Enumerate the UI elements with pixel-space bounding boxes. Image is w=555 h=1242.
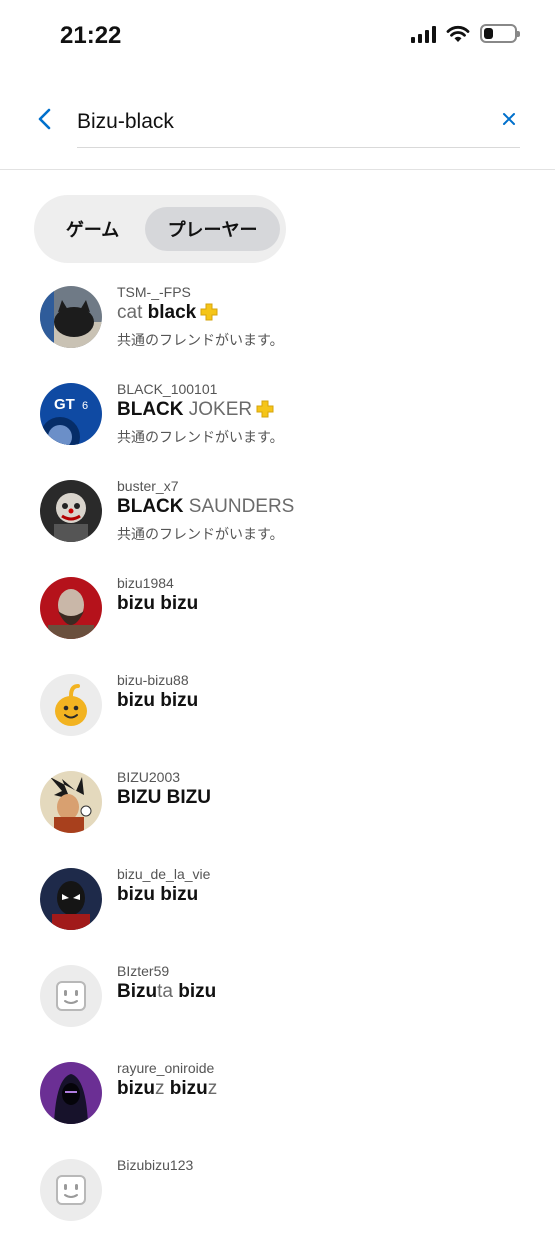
online-id: bizu_de_la_vie [117,866,211,882]
player-text: BIzter59 Bizuta bizu [117,963,216,1004]
wifi-icon [446,25,470,42]
display-name-part: SAUNDERS [183,496,295,517]
online-id: Bizubizu123 [117,1157,194,1173]
player-row[interactable]: buster_x7 BLACK SAUNDERS 共通のフレンドがいます。 [0,466,555,563]
online-id: BIZU2003 [117,769,181,785]
player-avatar[interactable] [40,868,102,930]
display-name-part: bizu bizu [117,690,199,711]
display-name-part: bizu [164,1078,208,1099]
player-text: Bizubizu123 [117,1157,193,1173]
svg-text:GT: GT [54,396,75,413]
player-text: TSM-_-FPS cat black 共通のフレンドがいます。 [117,284,284,349]
player-avatar[interactable] [40,771,102,833]
player-results-list: TSM-_-FPS cat black 共通のフレンドがいます。 GT 6 BLACK_1… [0,272,555,1242]
player-avatar[interactable] [40,577,102,639]
player-row[interactable]: Bizubizu123 [0,1145,555,1242]
search-input[interactable] [77,100,520,148]
search-header [0,70,555,170]
display-name-part: BIZU BIZU [117,787,211,808]
cellular-signal-icon [411,25,436,43]
online-id: BLACK_100101 [117,381,218,397]
player-row[interactable]: BIzter59 Bizuta bizu [0,951,555,1048]
player-avatar[interactable] [40,674,102,736]
display-name: BLACK JOKER [117,398,284,422]
display-name: cat black [117,301,284,325]
player-avatar[interactable] [40,480,102,542]
display-name: Bizuta bizu [117,980,216,1004]
display-name-part: bizu [117,1078,155,1099]
display-name: bizu bizu [117,689,198,713]
playstation-plus-icon [256,400,274,418]
player-row[interactable]: TSM-_-FPS cat black 共通のフレンドがいます。 [0,272,555,369]
display-name-part: z [155,1078,165,1099]
display-name-part: JOKER [183,399,253,420]
display-name-part: Bizu [117,981,158,1002]
online-id: buster_x7 [117,478,179,494]
player-text: BIZU2003 BIZU BIZU [117,769,211,810]
svg-text:6: 6 [82,400,88,412]
mutual-friends-note: 共通のフレンドがいます。 [117,332,284,348]
display-name: bizu bizu [117,883,210,907]
playstation-plus-icon [200,303,218,321]
player-row[interactable]: bizu-bizu88 bizu bizu [0,660,555,757]
battery-icon [480,24,520,43]
player-row[interactable]: rayure_oniroide bizuz bizuz [0,1048,555,1145]
display-name-part: bizu bizu [117,593,199,614]
player-row[interactable]: bizu_de_la_viebizu bizu [0,854,555,951]
player-text: BLACK_100101 BLACK JOKER 共通のフレンドがいます。 [117,381,284,446]
display-name-part: bizu bizu [117,884,199,905]
player-row[interactable]: GT 6 BLACK_100101 BLACK JOKER 共通のフレンドがいます。 [0,369,555,466]
status-time: 21:22 [60,22,122,49]
mutual-friends-note: 共通のフレンドがいます。 [117,526,284,542]
tab-players[interactable]: プレーヤー [145,207,280,251]
online-id: bizu-bizu88 [117,672,189,688]
display-name-part: cat [117,302,148,323]
player-avatar[interactable] [40,1159,102,1221]
player-avatar[interactable] [40,965,102,1027]
display-name-part: BLACK [117,399,184,420]
display-name: BLACK SAUNDERS [117,495,294,519]
player-row[interactable]: BIZU2003 BIZU BIZU [0,757,555,854]
clear-search-button[interactable] [496,106,522,132]
player-text: bizu1984 bizu bizu [117,575,198,616]
player-avatar[interactable]: GT 6 [40,383,102,445]
tab-games[interactable]: ゲーム [40,207,145,251]
online-id: rayure_oniroide [117,1060,215,1076]
player-text: bizu-bizu88 bizu bizu [117,672,198,713]
player-text: buster_x7 BLACK SAUNDERS 共通のフレンドがいます。 [117,478,294,543]
player-avatar[interactable] [40,1062,102,1124]
display-name: bizuz bizuz [117,1077,217,1101]
online-id: BIzter59 [117,963,170,979]
status-icons [411,24,520,43]
category-segmented-control: ゲーム プレーヤー [34,195,286,263]
display-name-part: bizu [172,981,217,1002]
display-name: BIZU BIZU [117,786,211,810]
display-name-part: BLACK [117,496,184,517]
close-icon [503,113,515,125]
player-row[interactable]: bizu1984 bizu bizu [0,563,555,660]
display-name: bizu bizu [117,592,198,616]
status-bar: 21:22 [0,0,555,70]
mutual-friends-note: 共通のフレンドがいます。 [117,429,284,445]
online-id: bizu1984 [117,575,174,591]
display-name-part: ta [157,981,173,1002]
player-avatar[interactable] [40,286,102,348]
online-id: TSM-_-FPS [117,284,191,300]
display-name-part: z [207,1078,218,1099]
display-name-part: black [147,302,197,323]
player-text: rayure_oniroide bizuz bizuz [117,1060,217,1101]
chevron-left-icon [38,108,51,130]
player-text: bizu_de_la_viebizu bizu [117,866,210,907]
back-button[interactable] [30,104,60,134]
